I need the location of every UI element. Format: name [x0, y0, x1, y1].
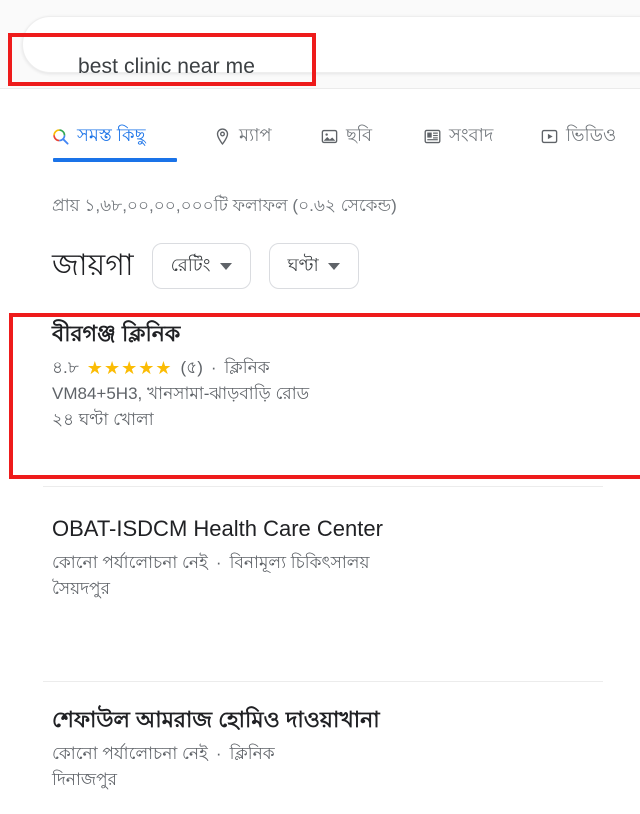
- place-result-item[interactable]: OBAT-ISDCM Health Care Center কোনো পর্যা…: [52, 515, 592, 602]
- chevron-down-icon: [219, 262, 232, 270]
- active-tab-underline: [53, 158, 177, 162]
- tab-videos[interactable]: ভিডিও: [540, 113, 616, 159]
- place-rating-value: ৪.৮: [52, 357, 79, 377]
- tab-news[interactable]: সংবাদ: [423, 113, 493, 159]
- star-icon: ★: [103, 357, 121, 378]
- newspaper-icon: [423, 127, 442, 146]
- star-icon: ★: [138, 357, 155, 378]
- place-result-item[interactable]: শেফাউল আমরাজ হোমিও দাওয়াখানা কোনো পর্যা…: [52, 706, 592, 793]
- place-reviews-text: কোনো পর্যালোচনা নেই: [52, 743, 208, 763]
- tab-images-label: ছবি: [346, 125, 373, 145]
- place-name[interactable]: OBAT-ISDCM Health Care Center: [52, 515, 592, 543]
- star-rating-icon: ★ ★ ★ ★ ★: [87, 359, 172, 377]
- star-icon: ★: [121, 357, 138, 378]
- place-name[interactable]: শেফাউল আমরাজ হোমিও দাওয়াখানা: [52, 706, 592, 734]
- tab-news-label: সংবাদ: [449, 125, 494, 145]
- image-icon: [320, 127, 339, 146]
- separator-dot: ·: [210, 357, 217, 377]
- place-rating-row: কোনো পর্যালোচনা নেই · ক্লিনিক: [52, 741, 592, 767]
- tab-images[interactable]: ছবি: [320, 113, 372, 159]
- separator-dot: ·: [215, 552, 222, 572]
- tab-all[interactable]: সমস্ত কিছু: [51, 113, 145, 159]
- filter-chip-rating-label: রেটিং: [170, 254, 211, 275]
- place-review-count: (৫): [180, 357, 203, 377]
- places-title: জায়গা: [52, 249, 134, 282]
- place-hours: ২৪ ঘণ্টা খোলা: [52, 410, 154, 430]
- search-band: best clinic near me: [0, 0, 640, 89]
- result-divider: [43, 681, 603, 682]
- result-stats: প্রায় ১,৬৮,০০,০০,০০০টি ফলাফল (০.৬২ সেকে…: [52, 196, 397, 215]
- place-category: ক্লিনিক: [224, 357, 270, 377]
- video-play-icon: [540, 127, 559, 146]
- star-icon: ★: [155, 357, 172, 378]
- tab-maps[interactable]: ম্যাপ: [213, 113, 272, 159]
- search-box[interactable]: best clinic near me: [22, 16, 640, 78]
- star-icon: ★: [86, 357, 103, 378]
- place-rating-row: কোনো পর্যালোচনা নেই · বিনামূল্য চিকিৎসাল…: [52, 550, 592, 576]
- place-name[interactable]: বীরগঞ্জ ক্লিনিক: [52, 320, 592, 348]
- filter-chip-rating[interactable]: রেটিং: [151, 243, 251, 289]
- tab-videos-label: ভিডিও: [566, 125, 617, 145]
- tab-maps-label: ম্যাপ: [239, 125, 272, 145]
- place-category: ক্লিনিক: [229, 743, 275, 763]
- search-input[interactable]: best clinic near me: [78, 55, 255, 79]
- place-category: বিনামূল্য চিকিৎসালয়: [229, 552, 370, 572]
- place-location: সৈয়দপুর: [52, 578, 110, 598]
- place-reviews-text: কোনো পর্যালোচনা নেই: [52, 552, 208, 572]
- place-location: দিনাজপুর: [52, 769, 117, 789]
- chevron-down-icon: [327, 262, 340, 270]
- place-result-item[interactable]: বীরগঞ্জ ক্লিনিক ৪.৮ ★ ★ ★ ★ ★ (৫) · ক্লি…: [52, 320, 592, 434]
- place-address: VM84+5H3, খানসামা-ঝাড়বাড়ি রোড: [52, 383, 310, 403]
- map-pin-icon: [213, 127, 232, 146]
- search-tabs: সমস্ত কিছু ম্যাপ ছবি সংবাদ ভিডিও: [0, 113, 640, 165]
- tab-all-label: সমস্ত কিছু: [77, 125, 146, 145]
- filter-chip-hours[interactable]: ঘণ্টা: [268, 243, 359, 289]
- place-rating-row: ৪.৮ ★ ★ ★ ★ ★ (৫) · ক্লিনিক: [52, 355, 592, 381]
- filter-chip-hours-label: ঘণ্টা: [287, 254, 319, 275]
- places-header: জায়গা রেটিং ঘণ্টা: [52, 238, 359, 294]
- result-divider: [43, 486, 603, 487]
- separator-dot: ·: [215, 743, 222, 763]
- google-search-icon: [51, 127, 70, 146]
